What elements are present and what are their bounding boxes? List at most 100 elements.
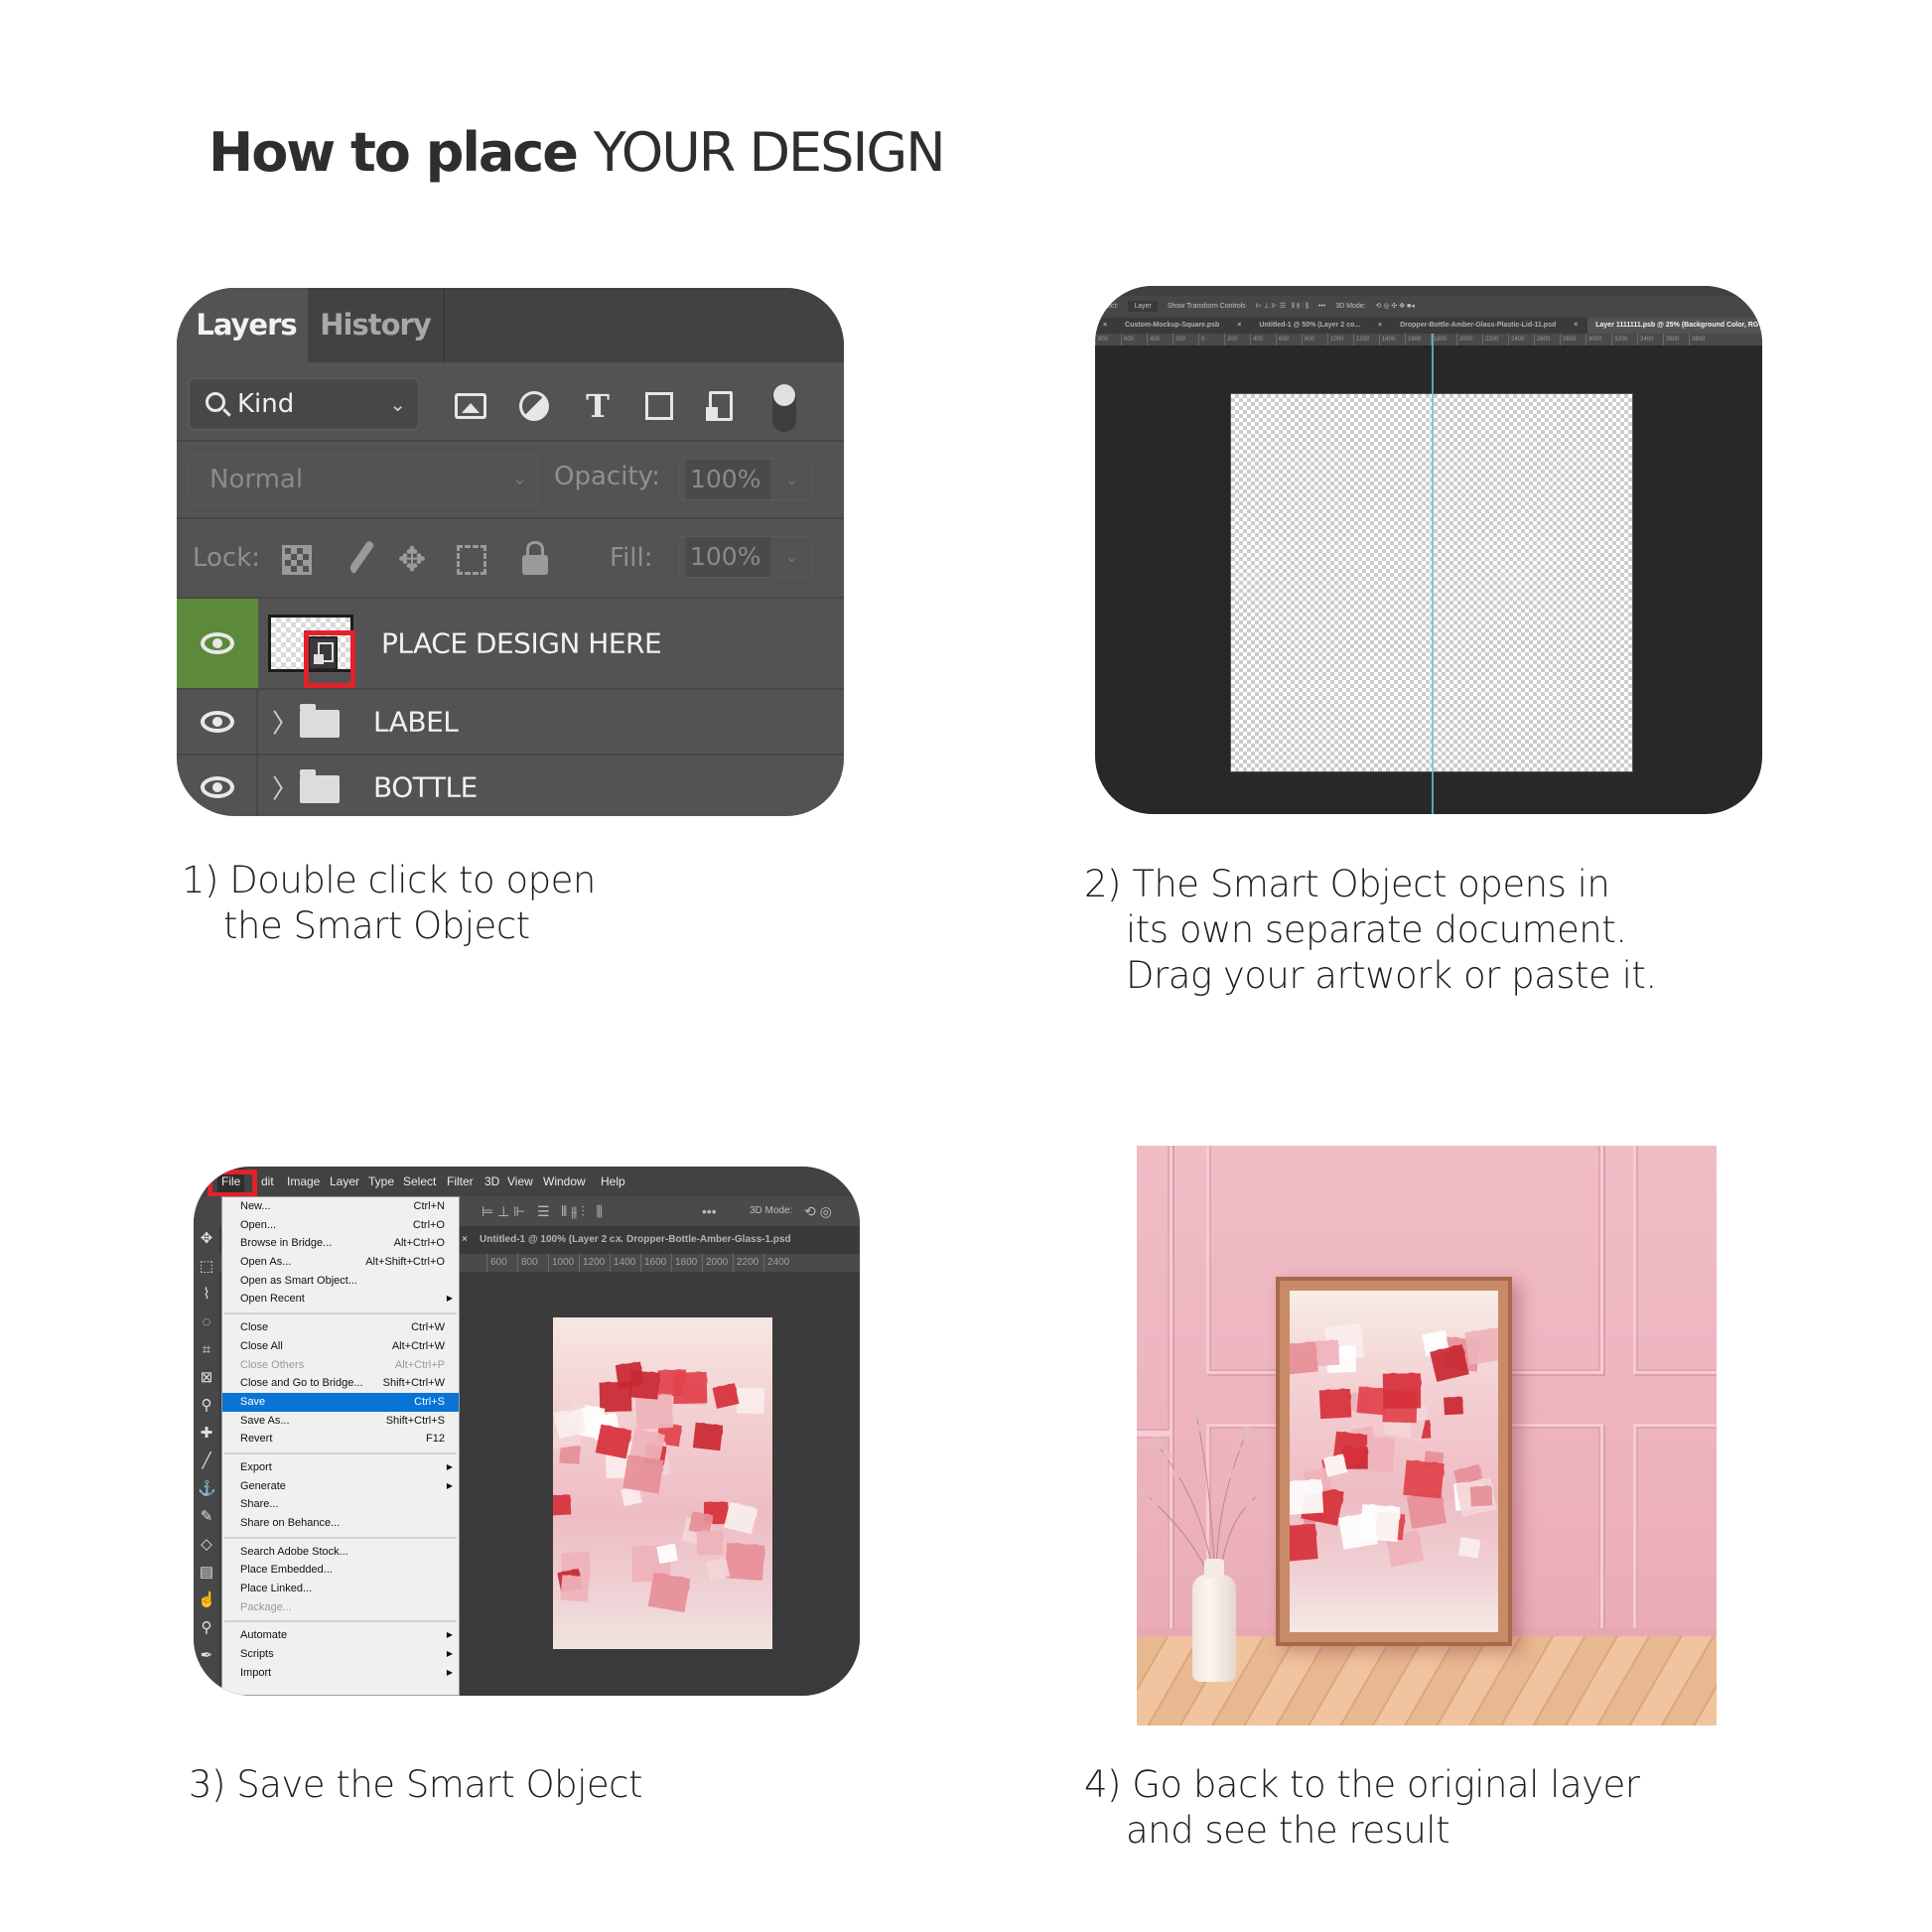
menu-item-generate[interactable]: Generate ▶ <box>222 1477 459 1496</box>
center-guide-line[interactable] <box>1432 334 1434 814</box>
more-options-button[interactable]: ••• <box>702 1196 717 1226</box>
frame-tool-icon[interactable]: ⊠ <box>198 1369 215 1387</box>
gradient-tool-icon[interactable]: ▤ <box>198 1564 215 1582</box>
smudge-tool-icon[interactable]: ☝ <box>198 1591 216 1609</box>
marquee-tool-icon[interactable]: ⬚ <box>198 1258 215 1276</box>
smart-object-filter-icon[interactable] <box>706 391 733 421</box>
menu-item-import[interactable]: Import ▶ <box>222 1664 459 1683</box>
menu-item-open-as[interactable]: Open As... Alt+Shift+Ctrl+O <box>222 1253 459 1272</box>
chevron-right-icon[interactable]: 〉 <box>272 769 298 806</box>
tab-close-icon[interactable]: × <box>1095 318 1115 334</box>
menu-image[interactable]: Image <box>287 1167 320 1196</box>
fill-field[interactable]: 100% ⌄ <box>679 536 812 578</box>
lock-artboard-icon[interactable] <box>457 545 486 575</box>
layer-row-label[interactable]: 〉 LABEL <box>177 688 844 754</box>
menu-view[interactable]: View <box>507 1167 533 1196</box>
menu-item-scripts[interactable]: Scripts ▶ <box>222 1645 459 1664</box>
adjustment-filter-icon[interactable] <box>519 391 549 421</box>
document-tab[interactable]: Dropper-Bottle-Amber-Glass-Plastic-Lid-1… <box>1392 318 1564 334</box>
shape-filter-icon[interactable] <box>645 392 673 420</box>
align-icons[interactable]: ⊨ ⊥ ⊩ ☰ ⫴ ⫵ ⫶ ⫼ <box>1256 303 1309 310</box>
menu-item-place-embedded[interactable]: Place Embedded... <box>222 1561 459 1580</box>
tab-close-icon[interactable]: × <box>616 1226 621 1254</box>
eraser-tool-icon[interactable]: ◇ <box>198 1536 215 1554</box>
menu-filter[interactable]: Filter <box>447 1167 474 1196</box>
menu-item-place-linked[interactable]: Place Linked... <box>222 1580 459 1598</box>
visibility-toggle[interactable] <box>177 690 258 754</box>
select-label: Select: <box>1097 303 1119 310</box>
brush-tool-icon[interactable]: ╱ <box>198 1452 215 1470</box>
dried-flowers <box>1138 1408 1266 1583</box>
opacity-field[interactable]: 100% ⌄ <box>679 459 812 500</box>
image-filter-icon[interactable] <box>455 393 486 419</box>
history-brush-tool-icon[interactable]: ✎ <box>198 1508 215 1526</box>
lock-all-icon[interactable] <box>522 541 548 575</box>
menu-item-package[interactable]: Package... <box>222 1598 459 1617</box>
lock-transparent-pixels-icon[interactable] <box>282 545 312 575</box>
more-options-button[interactable]: ••• <box>1318 303 1325 310</box>
menu-item-close[interactable]: Close Ctrl+W <box>222 1318 459 1337</box>
tab-close-icon[interactable]: × <box>1566 318 1586 334</box>
lock-position-icon[interactable]: ✥ <box>397 543 427 577</box>
select-dropdown[interactable]: Layer <box>1128 301 1158 312</box>
menu-layer[interactable]: Layer <box>330 1167 359 1196</box>
tab-history[interactable]: History <box>308 288 445 362</box>
menu-item-new[interactable]: New... Ctrl+N <box>222 1197 459 1216</box>
align-icons[interactable]: ⊨ ⊥ ⊩ ☰ ⫴ ⫵ ⫶ ⫼ <box>482 1196 603 1226</box>
menu-item-browse-in-bridge[interactable]: Browse in Bridge... Alt+Ctrl+O <box>222 1234 459 1253</box>
menu-item-revert[interactable]: Revert F12 <box>222 1430 459 1449</box>
lasso-tool-icon[interactable]: ⌇ <box>198 1286 215 1304</box>
menu-item-save-as[interactable]: Save As... Shift+Ctrl+S <box>222 1412 459 1431</box>
menu-item-save[interactable]: Save Ctrl+S <box>222 1392 459 1412</box>
menu-item-close-all[interactable]: Close All Alt+Ctrl+W <box>222 1337 459 1356</box>
menu-item-open[interactable]: Open... Ctrl+O <box>222 1216 459 1235</box>
dodge-tool-icon[interactable]: ⚲ <box>198 1619 215 1637</box>
pen-tool-icon[interactable]: ✒ <box>198 1647 215 1665</box>
menu-item-search-adobe-stock[interactable]: Search Adobe Stock... <box>222 1543 459 1562</box>
blend-mode-dropdown[interactable]: Normal ⌄ <box>189 454 538 505</box>
eyedropper-tool-icon[interactable]: ⚲ <box>198 1397 215 1415</box>
menu-item-share-on-behance[interactable]: Share on Behance... <box>222 1514 459 1533</box>
type-filter-icon[interactable]: T <box>581 390 615 422</box>
chevron-right-icon[interactable]: 〉 <box>272 704 298 741</box>
menu-item-export[interactable]: Export ▶ <box>222 1458 459 1477</box>
filter-toggle-switch[interactable] <box>772 384 796 432</box>
tab-close-icon[interactable]: × <box>462 1226 468 1254</box>
menu-item-open-recent[interactable]: Open Recent ▶ <box>222 1290 459 1309</box>
menu-type[interactable]: Type <box>368 1167 394 1196</box>
3d-mode-icons[interactable]: ⟲ ◎ <box>804 1196 832 1226</box>
move-tool-icon[interactable]: ✥ <box>198 1230 215 1248</box>
tab-close-icon[interactable]: × <box>1229 318 1249 334</box>
kind-filter-dropdown[interactable]: Kind ⌄ <box>189 378 419 430</box>
menu-window[interactable]: Window <box>543 1167 586 1196</box>
menu-item-close-others[interactable]: Close Others Alt+Ctrl+P <box>222 1356 459 1375</box>
healing-tool-icon[interactable]: ✚ <box>198 1425 215 1443</box>
menu-3d[interactable]: 3D <box>484 1167 499 1196</box>
stamp-tool-icon[interactable]: ⚓ <box>198 1480 216 1498</box>
visibility-toggle[interactable] <box>177 756 258 816</box>
document-tab-active[interactable]: Layer 1111111.psb @ 25% (Background Colo… <box>1587 318 1762 334</box>
lock-image-pixels-icon[interactable] <box>347 539 375 575</box>
document-tab[interactable]: Untitled-1 @ 100% (Layer 2 c... <box>480 1226 623 1254</box>
menu-item-share[interactable]: Share... <box>222 1495 459 1514</box>
layer-row-place-design-here[interactable]: PLACE DESIGN HERE <box>177 597 844 688</box>
tab-close-icon[interactable]: × <box>1370 318 1390 334</box>
document-tab[interactable]: Custom-Mockup-Square.psb <box>1117 318 1227 334</box>
layer-row-bottle[interactable]: 〉 BOTTLE <box>177 754 844 816</box>
3d-mode-icons[interactable]: ⟲ ◎ ✣ ✥ ■◂ <box>1376 303 1415 310</box>
show-transform-controls-checkbox[interactable]: Show Transform Controls <box>1168 303 1246 310</box>
document-tab[interactable]: Dropper-Bottle-Amber-Glass-1.psd <box>626 1226 791 1254</box>
visibility-toggle[interactable] <box>177 599 258 688</box>
quick-select-tool-icon[interactable]: ◌ <box>198 1313 215 1331</box>
menu-item-automate[interactable]: Automate ▶ <box>222 1626 459 1645</box>
menu-item-close-and-go-to-bridge[interactable]: Close and Go to Bridge... Shift+Ctrl+W <box>222 1374 459 1393</box>
fill-label: Fill: <box>610 543 653 573</box>
menu-help[interactable]: Help <box>601 1167 625 1196</box>
menu-item-open-as-smart-object[interactable]: Open as Smart Object... <box>222 1272 459 1291</box>
tab-layers[interactable]: Layers <box>177 288 308 362</box>
menu-edit[interactable]: dit <box>261 1167 274 1196</box>
crop-tool-icon[interactable]: ⌗ <box>198 1341 215 1359</box>
document-tab[interactable]: Untitled-1 @ 50% (Layer 2 co... <box>1251 318 1368 334</box>
menu-select[interactable]: Select <box>403 1167 436 1196</box>
heart-artwork-canvas[interactable] <box>553 1317 772 1649</box>
